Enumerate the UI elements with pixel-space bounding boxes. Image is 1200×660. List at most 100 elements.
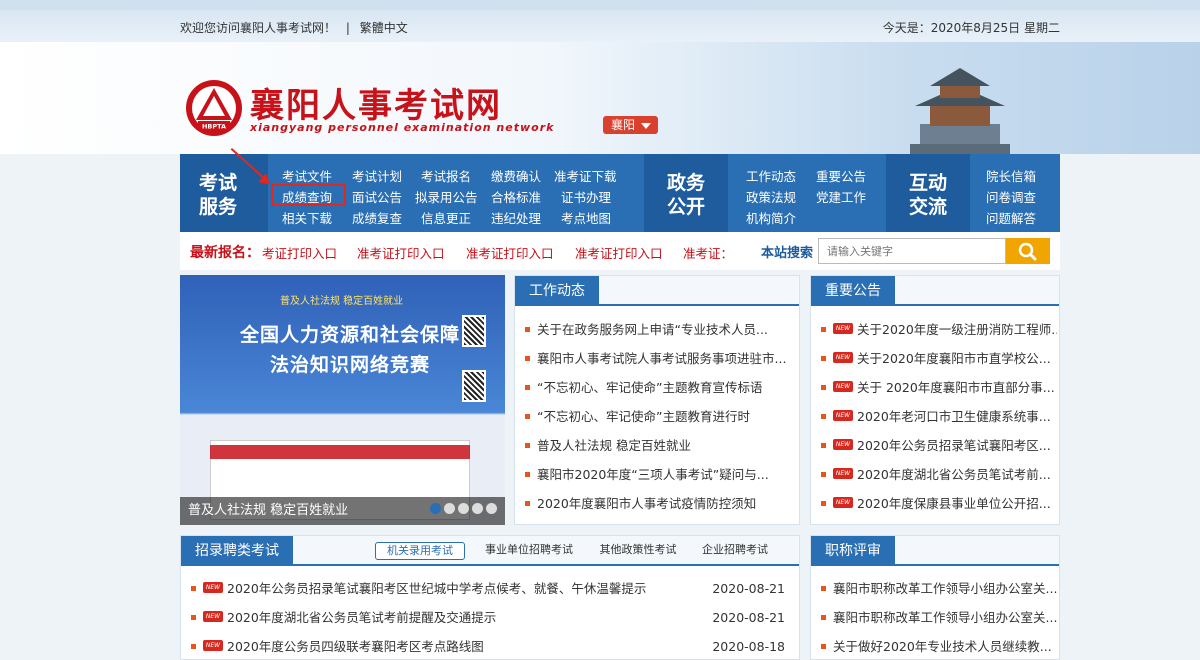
nav-link-downloads[interactable]: 相关下载: [282, 208, 332, 227]
new-badge-icon: NEW: [833, 439, 853, 450]
latest-item[interactable]: 准考证：: [683, 243, 733, 262]
latest-item[interactable]: 准考证打印入口: [466, 243, 554, 262]
latest-item[interactable]: 准考证打印入口: [575, 243, 663, 262]
row-title: 2020年度公务员四级联考襄阳考区考点路线图: [227, 639, 484, 654]
title-review-tab[interactable]: 职称评审: [811, 536, 895, 566]
title-review-header: 职称评审: [811, 536, 1059, 566]
table-row[interactable]: NEW 2020年公务员招录笔试襄阳考区世纪城中学考点候考、就餐、午休温馨提示 20…: [191, 574, 793, 603]
slider-dot[interactable]: [472, 503, 483, 514]
logo-seal-text: HBPTA: [202, 123, 226, 131]
row-title: 2020年度湖北省公务员笔试考前提醒及交通提示: [227, 610, 497, 625]
recruit-tab[interactable]: 招录聘类考试: [181, 536, 293, 566]
new-badge-icon: NEW: [833, 468, 853, 479]
notices-tab[interactable]: 重要公告: [811, 276, 895, 306]
nav-link-score-review[interactable]: 成绩复查: [352, 208, 402, 227]
interaction-label: 互动交流: [908, 172, 947, 218]
nav-link-interview-notice[interactable]: 面试公告: [352, 187, 402, 206]
list-item[interactable]: 襄阳市职称改革工作领导小组办公室关...: [821, 574, 1057, 603]
new-badge-icon: NEW: [203, 582, 223, 593]
nav-link-policies[interactable]: 政策法规: [746, 187, 796, 206]
list-item[interactable]: 普及人社法规 稳定百姓就业: [525, 431, 795, 460]
nav-link-info-correction[interactable]: 信息更正: [421, 208, 471, 227]
gov-open-title: 政务公开: [644, 171, 728, 219]
sub-tab-policy-exam[interactable]: 其他政策性考试: [593, 542, 683, 560]
nav-link-survey[interactable]: 问卷调查: [986, 187, 1036, 206]
nav-link-pass-standard[interactable]: 合格标准: [491, 187, 541, 206]
recruit-header: 招录聘类考试 机关录用考试 事业单位招聘考试 其他政策性考试 企业招聘考试: [181, 536, 799, 566]
top-bar: 欢迎您访问襄阳人事考试网！ | 繁體中文 今天是：2020年8月25日 星期二: [0, 0, 1200, 42]
new-badge-icon: NEW: [203, 640, 223, 651]
nav-link-hiring-notice[interactable]: 拟录用公告: [415, 187, 478, 206]
site-search-label: 本站搜索: [761, 246, 814, 261]
tower-illustration: [910, 68, 1010, 154]
recruit-list: NEW 2020年公务员招录笔试襄阳考区世纪城中学考点候考、就餐、午休温馨提示 20…: [191, 574, 793, 660]
list-item[interactable]: 襄阳市2020年度“三项人事考试”疑问与...: [525, 460, 795, 489]
nav-link-institution[interactable]: 机构简介: [746, 208, 796, 227]
nav-link-violation[interactable]: 违纪处理: [491, 208, 541, 227]
site-logo-icon[interactable]: HBPTA: [184, 78, 244, 138]
latest-item[interactable]: 考证打印入口: [262, 243, 337, 262]
search-input[interactable]: [818, 238, 1006, 264]
slider-dot[interactable]: [430, 503, 441, 514]
news-slider[interactable]: 普及人社法规 稳定百姓就业 全国人力资源和社会保障 法治知识网络竞赛 普及人社法…: [180, 275, 505, 525]
table-row[interactable]: NEW 2020年度湖北省公务员笔试考前提醒及交通提示 2020-08-21: [191, 603, 793, 632]
nav-link-work-news[interactable]: 工作动态: [746, 166, 796, 185]
site-title[interactable]: 襄阳人事考试网: [250, 78, 502, 127]
list-item[interactable]: NEW 关于2020年度襄阳市市直学校公...: [821, 344, 1057, 373]
notices-header: 重要公告: [811, 276, 1059, 306]
nav-link-party-building[interactable]: 党建工作: [816, 187, 866, 206]
list-item[interactable]: 关于在政务服务网上申请“专业技术人员...: [525, 315, 795, 344]
sub-tab-enterprise[interactable]: 企业招聘考试: [695, 542, 775, 560]
nav-link-admission-download[interactable]: 准考证下载: [554, 166, 617, 185]
gov-open-label: 政务公开: [666, 172, 705, 218]
nav-link-exam-map[interactable]: 考点地图: [561, 208, 611, 227]
list-item[interactable]: 襄阳市职称改革工作领导小组办公室关...: [821, 603, 1057, 632]
list-item[interactable]: 襄阳市人事考试院人事考试服务事项进驻市...: [525, 344, 795, 373]
nav-link-exam-docs[interactable]: 考试文件: [282, 166, 332, 185]
new-badge-icon: NEW: [833, 323, 853, 334]
list-item[interactable]: 关于做好2020年专业技术人员继续教...: [821, 632, 1057, 660]
city-selector[interactable]: 襄阳: [603, 116, 658, 134]
list-item[interactable]: NEW 2020年度保康县事业单位公开招...: [821, 489, 1057, 518]
nav-link-notices[interactable]: 重要公告: [816, 166, 866, 185]
title-review-list: 襄阳市职称改革工作领导小组办公室关... 襄阳市职称改革工作领导小组办公室关..…: [821, 574, 1057, 660]
work-news-tab[interactable]: 工作动态: [515, 276, 599, 306]
list-item[interactable]: NEW 2020年公务员招录笔试襄阳考区...: [821, 431, 1057, 460]
new-badge-icon: NEW: [833, 410, 853, 421]
list-item-text: 2020年度保康县事业单位公开招...: [857, 496, 1051, 511]
nav-link-exam-plan[interactable]: 考试计划: [352, 166, 402, 185]
row-title: 2020年公务员招录笔试襄阳考区世纪城中学考点候考、就餐、午休温馨提示: [227, 581, 647, 596]
recruit-panel: 招录聘类考试 机关录用考试 事业单位招聘考试 其他政策性考试 企业招聘考试 NE…: [180, 535, 800, 660]
table-row[interactable]: NEW 2020年度公务员四级联考襄阳考区考点路线图 2020-08-18: [191, 632, 793, 660]
sub-tab-institution[interactable]: 事业单位招聘考试: [479, 542, 579, 560]
new-badge-icon: NEW: [833, 497, 853, 508]
list-item[interactable]: NEW 2020年度湖北省公务员笔试考前...: [821, 460, 1057, 489]
nav-link-certificate[interactable]: 证书办理: [561, 187, 611, 206]
list-item[interactable]: “不忘初心、牢记使命”主题教育进行时: [525, 402, 795, 431]
nav-link-payment-confirm[interactable]: 缴费确认: [491, 166, 541, 185]
list-item-text: 关于 2020年度襄阳市市直部分事...: [857, 380, 1055, 395]
slider-dot[interactable]: [486, 503, 497, 514]
slider-dot[interactable]: [444, 503, 455, 514]
nav-link-exam-register[interactable]: 考试报名: [421, 166, 471, 185]
poster-title-line1: 全国人力资源和社会保障: [240, 324, 461, 346]
language-switch-link[interactable]: 繁體中文: [360, 21, 408, 35]
list-item-text: 2020年公务员招录笔试襄阳考区...: [857, 438, 1051, 453]
list-item-text: 2020年度湖北省公务员笔试考前...: [857, 467, 1051, 482]
nav-link-faq[interactable]: 问题解答: [986, 208, 1036, 227]
site-subtitle: xiangyang personnel examination network: [250, 121, 555, 134]
latest-item[interactable]: 准考证打印入口: [357, 243, 445, 262]
list-item[interactable]: NEW 关于 2020年度襄阳市市直部分事...: [821, 373, 1057, 402]
qr-code-icon: [462, 315, 486, 347]
search-button[interactable]: [1006, 238, 1050, 264]
list-item[interactable]: “不忘初心、牢记使命”主题教育宣传标语: [525, 373, 795, 402]
score-query-highlight-box: [271, 184, 346, 206]
slider-dot[interactable]: [458, 503, 469, 514]
exam-service-label: 考试服务: [198, 172, 237, 218]
nav-link-director-mailbox[interactable]: 院长信箱: [986, 166, 1036, 185]
list-item[interactable]: 2020年度襄阳市人事考试疫情防控须知: [525, 489, 795, 518]
sub-tab-civil-service[interactable]: 机关录用考试: [375, 542, 465, 560]
slider-dots: [427, 503, 497, 518]
list-item[interactable]: NEW 2020年老河口市卫生健康系统事...: [821, 402, 1057, 431]
list-item[interactable]: NEW 关于2020年度一级注册消防工程师...: [821, 315, 1057, 344]
